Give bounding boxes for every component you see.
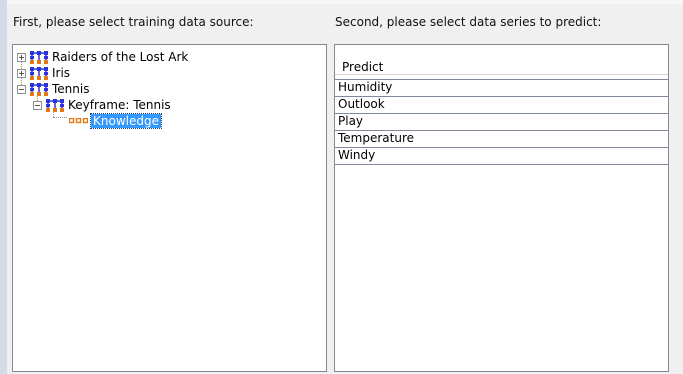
tree-item-label: Keyframe: Tennis (68, 98, 171, 112)
training-source-tree[interactable]: Raiders of the Lost Ark Iris Tennis Keyf… (12, 44, 327, 372)
minus-box-icon[interactable] (17, 84, 26, 94)
list-divider (335, 164, 668, 165)
window-left-edge (0, 0, 7, 374)
list-item[interactable]: Play (335, 113, 668, 130)
list-item[interactable]: Windy (335, 147, 668, 164)
plus-box-icon[interactable] (17, 68, 26, 78)
dataset-network-icon (30, 82, 48, 96)
predict-series-list[interactable]: Predict Humidity Outlook Play Temperatur… (334, 44, 669, 372)
tree-item-label: Tennis (52, 82, 90, 96)
tree-item-label-selected: Knowledge (90, 113, 162, 129)
list-item[interactable]: Humidity (335, 79, 668, 96)
knowledge-nodes-icon (69, 118, 88, 124)
tree-item-iris[interactable]: Iris (17, 65, 70, 81)
plus-box-icon[interactable] (17, 52, 26, 62)
tree-item-raiders[interactable]: Raiders of the Lost Ark (17, 49, 188, 65)
dataset-network-icon (30, 66, 48, 80)
window-top-edge (0, 0, 683, 4)
column-header-predict[interactable]: Predict (335, 45, 668, 75)
tree-item-keyframe-tennis[interactable]: Keyframe: Tennis (33, 97, 171, 113)
dataset-network-icon (30, 50, 48, 64)
tree-item-label: Iris (52, 66, 71, 80)
list-item[interactable]: Temperature (335, 130, 668, 147)
predict-series-label: Second, please select data series to pre… (335, 15, 602, 29)
dataset-network-icon (46, 98, 64, 112)
tree-item-knowledge[interactable]: Knowledge (65, 113, 162, 129)
training-source-label: First, please select training data sourc… (13, 15, 254, 29)
list-item[interactable]: Outlook (335, 96, 668, 113)
tree-item-label: Raiders of the Lost Ark (52, 50, 189, 64)
tree-item-tennis[interactable]: Tennis (17, 81, 89, 97)
minus-box-icon[interactable] (33, 100, 42, 110)
